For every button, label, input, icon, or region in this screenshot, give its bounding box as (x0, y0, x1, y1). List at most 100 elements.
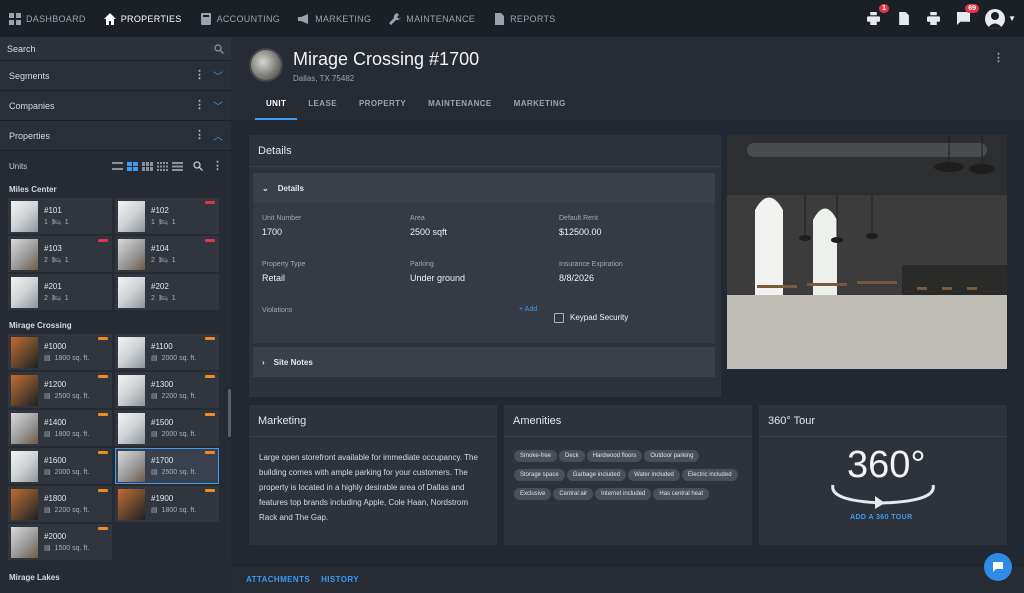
top-nav: DASHBOARD PROPERTIES ACCOUNTING MARKETIN… (0, 0, 1024, 37)
sidebar-section-properties[interactable]: Properties ⋮ ︿ (0, 121, 231, 151)
unit-card[interactable]: #1600 ▤ 2000 sq. ft. (8, 448, 112, 484)
amenities-panel: Amenities Smoke-free Deck Hardwood floors O… (504, 405, 752, 545)
print-button[interactable] (925, 11, 941, 27)
dense-grid-icon[interactable] (157, 161, 168, 171)
unit-card[interactable]: #2000 ▤ 1500 sq. ft. (8, 524, 112, 560)
print-queue-button[interactable]: 1 (865, 3, 890, 27)
keypad-security-label[interactable]: Keypad Security (570, 313, 628, 322)
tour-360-graphic[interactable]: 360° (825, 443, 941, 513)
chevron-right-icon: › (262, 357, 265, 367)
amenity-tag: Hardwood floors (586, 450, 643, 462)
user-icon (987, 11, 1004, 29)
attachments-link[interactable]: ATTACHMENTS (246, 575, 310, 584)
unit-card[interactable]: #103 2 🛏 1 (8, 236, 112, 272)
unit-thumbnail (118, 336, 145, 368)
compact-grid-icon[interactable] (142, 161, 153, 171)
add-violation-button[interactable]: + Add (519, 306, 537, 313)
status-flag (98, 239, 108, 242)
status-flag (205, 413, 215, 416)
amenity-tag: Garbage included (566, 469, 627, 481)
area-icon: ▤ (44, 469, 51, 476)
area-value: 2500 sqft (410, 227, 448, 237)
nav-accounting[interactable]: ACCOUNTING (191, 0, 290, 37)
chat-button[interactable] (984, 553, 1012, 581)
nav-reports[interactable]: REPORTS (484, 0, 564, 37)
amenity-tag: Internet included (595, 488, 652, 500)
grid-view-icon[interactable] (127, 161, 138, 171)
unit-area: 2000 sq. ft. (54, 468, 90, 476)
area-icon: ▤ (151, 431, 158, 438)
unit-card[interactable]: #1100 ▤ 2000 sq. ft. (115, 334, 219, 370)
tour-panel: 360° Tour 360° ADD A 360 TOUR (759, 405, 1007, 545)
kebab-icon[interactable]: ⋮ (194, 70, 205, 81)
site-notes-header[interactable]: › Site Notes (253, 347, 715, 377)
search-icon[interactable] (193, 161, 203, 171)
sidebar-section-companies[interactable]: Companies ⋮ ﹀ (0, 91, 231, 121)
status-flag (98, 451, 108, 454)
sidebar-section-segments[interactable]: Segments ⋮ ﹀ (0, 61, 231, 91)
tab-lease[interactable]: LEASE (297, 97, 348, 120)
list-view-icon[interactable] (112, 162, 123, 170)
status-flag (205, 201, 215, 204)
kebab-icon[interactable]: ⋮ (194, 100, 205, 111)
unit-thumbnail (11, 276, 38, 308)
amenity-tag: Deck (559, 450, 585, 462)
kebab-icon[interactable]: ⋮ (194, 130, 205, 141)
unit-card[interactable]: #1200 ▤ 2500 sq. ft. (8, 372, 112, 408)
search-icon[interactable] (214, 43, 224, 54)
insurance-expiration-value: 8/8/2026 (559, 273, 595, 283)
unit-card[interactable]: #102 1 🛏 1 (115, 198, 219, 234)
nav-maintenance[interactable]: MAINTENANCE (380, 0, 484, 37)
interior-photo-image (727, 135, 1007, 369)
area-icon: ▤ (44, 393, 51, 400)
sidebar-search[interactable]: Search (0, 37, 231, 61)
unit-card[interactable]: #1900 ▤ 1800 sq. ft. (115, 486, 219, 522)
documents-button[interactable] (895, 11, 911, 27)
bath-count: 1 (64, 256, 69, 264)
nav-properties[interactable]: PROPERTIES (95, 0, 191, 37)
unit-card[interactable]: #1800 ▤ 2200 sq. ft. (8, 486, 112, 522)
tab-unit[interactable]: UNIT (255, 97, 298, 120)
user-menu[interactable]: ▼ (985, 8, 1016, 29)
megaphone-icon (298, 13, 309, 24)
unit-card[interactable]: #104 2 🛏 1 (115, 236, 219, 272)
tab-marketing[interactable]: MARKETING (503, 97, 577, 120)
chevron-down-icon[interactable]: ﹀ (213, 98, 223, 113)
nav-dashboard[interactable]: DASHBOARD (0, 0, 95, 37)
area-icon: ▤ (151, 507, 158, 514)
table-view-icon[interactable] (172, 161, 183, 171)
marketing-description: Large open storefront available for imme… (259, 453, 478, 522)
tab-maintenance[interactable]: MAINTENANCE (417, 97, 503, 120)
bed-icon: 🛏 (158, 257, 168, 264)
unit-card[interactable]: #1500 ▤ 2000 sq. ft. (115, 410, 219, 446)
search-input[interactable]: Search (7, 44, 36, 54)
unit-card[interactable]: #1000 ▤ 1800 sq. ft. (8, 334, 112, 370)
unit-name: #1200 (44, 380, 67, 389)
unit-card[interactable]: #1300 ▤ 2200 sq. ft. (115, 372, 219, 408)
unit-name: #104 (151, 244, 169, 253)
kebab-icon[interactable]: ⋮ (993, 51, 1004, 64)
chevron-down-icon[interactable]: ﹀ (213, 68, 223, 83)
add-360-tour-button[interactable]: ADD A 360 TOUR (850, 514, 913, 521)
kebab-icon[interactable]: ⋮ (212, 160, 223, 172)
details-section-header[interactable]: ⌄ Details (253, 173, 715, 203)
tab-property[interactable]: PROPERTY (348, 97, 417, 120)
unit-area: 1800 sq. ft. (161, 506, 197, 514)
unit-avatar (249, 48, 283, 82)
messages-button[interactable]: 69 (955, 3, 980, 27)
keypad-security-checkbox[interactable] (554, 313, 564, 323)
unit-card[interactable]: #201 2 🛏 1 (8, 274, 112, 310)
bed-count: 1 (151, 218, 155, 226)
amenity-tag: Smoke-free (514, 450, 558, 462)
unit-number-value: 1700 (262, 227, 283, 237)
chevron-up-icon[interactable]: ︿ (213, 128, 223, 143)
unit-card-selected[interactable]: #1700 ▤ 2500 sq. ft. (115, 448, 219, 484)
bed-count: 2 (151, 294, 155, 302)
history-link[interactable]: HISTORY (321, 575, 359, 584)
unit-card[interactable]: #202 2 🛏 1 (115, 274, 219, 310)
unit-thumbnail (11, 450, 38, 482)
nav-marketing[interactable]: MARKETING (289, 0, 380, 37)
page-title: Mirage Crossing #1700 (293, 49, 480, 69)
unit-card[interactable]: #1400 ▤ 1800 sq. ft. (8, 410, 112, 446)
unit-card[interactable]: #101 1 🛏 1 (8, 198, 112, 234)
